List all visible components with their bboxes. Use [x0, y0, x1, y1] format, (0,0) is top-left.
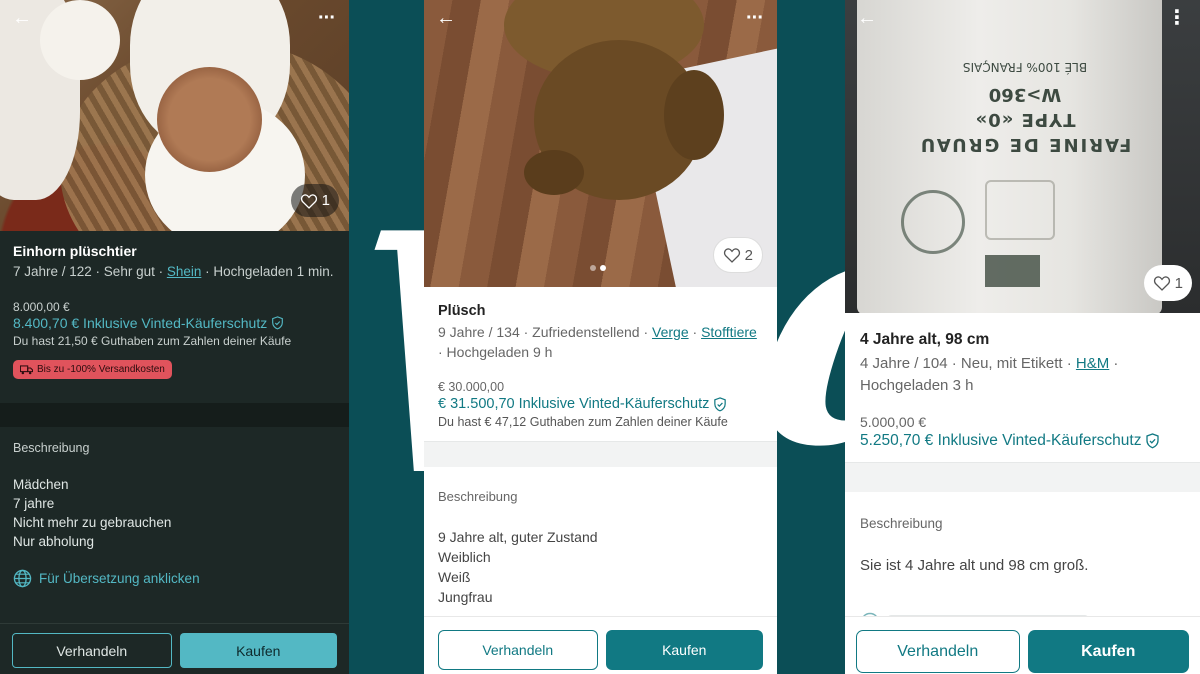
- item-meta: 7 Jahre / 122 · Sehr gut · Shein · Hochg…: [13, 264, 334, 279]
- page-dot[interactable]: [590, 265, 596, 271]
- item-meta: 4 Jahre / 104 · Neu, mit Etikett · H&M ·…: [860, 355, 1119, 394]
- more-icon[interactable]: ···: [318, 8, 336, 28]
- listing-screen-flour-bag: FARINE DE GRUAU TYPE «0» W>360 BLÉ 100% …: [845, 0, 1200, 674]
- like-button[interactable]: 1: [290, 184, 339, 217]
- more-icon[interactable]: ···: [746, 8, 764, 28]
- arrow-left-icon[interactable]: ←: [857, 8, 877, 28]
- section-divider: [0, 402, 349, 427]
- item-price: 5.000,00 €: [860, 414, 927, 430]
- item-title: 4 Jahre alt, 98 cm: [860, 331, 990, 348]
- brand-link[interactable]: Verge: [652, 324, 689, 340]
- item-title: Plüsch: [438, 303, 486, 319]
- item-details: Einhorn plüschtier 7 Jahre / 122 · Sehr …: [0, 231, 349, 380]
- description-text: Sie ist 4 Jahre alt und 98 cm groß.: [860, 557, 1089, 574]
- negotiate-button[interactable]: Verhandeln: [856, 630, 1020, 673]
- price-with-protection[interactable]: € 31.500,70 Inklusive Vinted-Käuferschut…: [438, 396, 763, 412]
- item-title: Einhorn plüschtier: [13, 243, 137, 259]
- more-icon[interactable]: ⋮: [1167, 8, 1187, 28]
- price-with-protection[interactable]: 5.250,70 € Inklusive Vinted-Käuferschutz: [860, 432, 1185, 450]
- arrow-left-icon[interactable]: ←: [436, 8, 456, 28]
- arrow-left-icon[interactable]: ←: [12, 8, 32, 28]
- buy-button[interactable]: Kaufen: [605, 630, 763, 670]
- like-count: 1: [321, 192, 330, 209]
- heart-icon: [300, 193, 317, 209]
- buy-button[interactable]: Kaufen: [1027, 630, 1189, 673]
- photo-pagination[interactable]: [590, 265, 606, 271]
- like-count: 1: [1174, 274, 1183, 292]
- action-bar: Verhandeln Kaufen: [424, 616, 777, 674]
- section-divider: [424, 441, 777, 467]
- shield-check-icon: [714, 396, 727, 411]
- globe-icon: [13, 569, 32, 587]
- truck-icon: [20, 364, 33, 374]
- bag-print: FARINE DE GRUAU TYPE «0» W>360 BLÉ 100% …: [918, 60, 1132, 155]
- negotiate-button[interactable]: Verhandeln: [12, 633, 172, 668]
- item-price: 8.000,00 €: [13, 300, 70, 314]
- like-button[interactable]: 1: [1143, 265, 1192, 301]
- action-bar: Verhandeln Kaufen: [0, 623, 349, 674]
- like-count: 2: [744, 246, 753, 264]
- price-with-protection[interactable]: 8.400,70 € Inklusive Vinted-Käuferschutz: [13, 315, 336, 331]
- item-meta: 9 Jahre / 134 · Zufriedenstellend · Verg…: [438, 324, 757, 360]
- like-button[interactable]: 2: [712, 237, 763, 273]
- listing-screen-plush: ← ··· 2 Plüsch 9 Jahre / 134 · Zufrieden…: [424, 0, 777, 674]
- brand-link[interactable]: Shein: [167, 264, 202, 279]
- negotiate-button[interactable]: Verhandeln: [438, 630, 598, 670]
- item-details: 4 Jahre alt, 98 cm 4 Jahre / 104 · Neu, …: [845, 313, 1200, 450]
- item-details: Plüsch 9 Jahre / 134 · Zufriedenstellend…: [424, 287, 777, 429]
- action-bar: Verhandeln Kaufen: [845, 616, 1200, 674]
- shipping-discount-badge: Bis zu -100% Versandkosten: [13, 360, 172, 379]
- item-photo[interactable]: FARINE DE GRUAU TYPE «0» W>360 BLÉ 100% …: [845, 0, 1200, 313]
- description-heading: Beschreibung: [13, 440, 90, 455]
- wallet-balance: Du hast € 47,12 Guthaben zum Zahlen dein…: [438, 415, 728, 429]
- shield-check-icon: [1146, 433, 1160, 449]
- heart-icon: [723, 248, 740, 263]
- shield-check-icon: [272, 316, 284, 330]
- translate-link[interactable]: Für Übersetzung anklicken: [0, 551, 349, 588]
- buy-button[interactable]: Kaufen: [179, 633, 337, 668]
- section-divider: [845, 462, 1200, 492]
- description-heading: Beschreibung: [438, 489, 518, 504]
- brand-link[interactable]: H&M: [1076, 355, 1109, 372]
- page-dot-active[interactable]: [600, 265, 606, 271]
- item-price: € 30.000,00: [438, 380, 505, 394]
- heart-icon: [1153, 276, 1170, 291]
- item-photo[interactable]: ← ··· 2: [424, 0, 777, 287]
- description-text: 9 Jahre alt, guter Zustand Weiblich Weiß…: [438, 529, 598, 605]
- category-link[interactable]: Stofftiere: [701, 324, 757, 340]
- item-photo[interactable]: ← ··· 1: [0, 0, 349, 231]
- wallet-balance: Du hast 21,50 € Guthaben zum Zahlen dein…: [13, 334, 292, 348]
- description-heading: Beschreibung: [860, 516, 943, 531]
- description-text: Mädchen 7 jahre Nicht mehr zu gebrauchen…: [13, 476, 172, 549]
- listing-screen-unicorn: ← ··· 1 Einhorn plüschtier 7 Jahre / 122…: [0, 0, 349, 674]
